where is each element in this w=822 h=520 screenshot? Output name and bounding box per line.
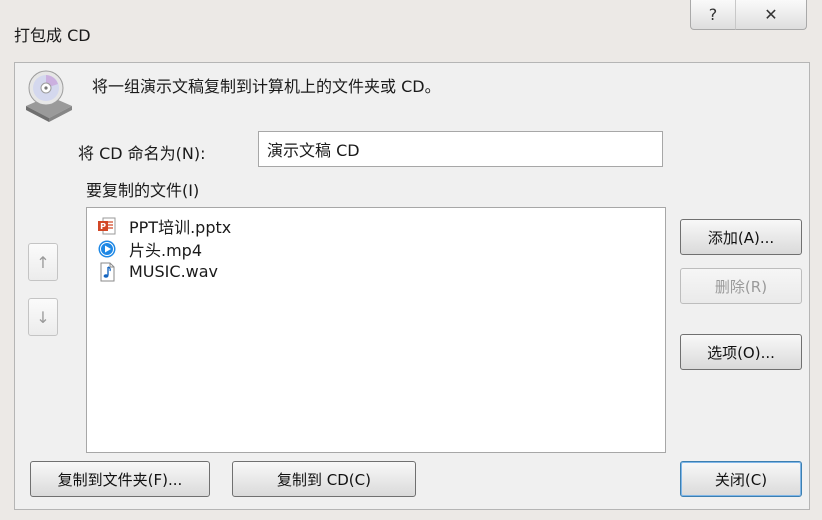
move-up-button[interactable]: ↑ xyxy=(28,243,58,281)
help-icon: ? xyxy=(708,5,718,24)
arrow-down-icon: ↓ xyxy=(36,307,50,327)
file-name: 片头.mp4 xyxy=(129,240,203,260)
svg-text:P: P xyxy=(100,222,106,231)
files-to-copy-label: 要复制的文件(I) xyxy=(86,181,200,200)
help-button[interactable]: ? xyxy=(690,0,736,30)
file-name: MUSIC.wav xyxy=(129,262,219,281)
add-button[interactable]: 添加(A)... xyxy=(680,219,802,255)
list-item[interactable]: 片头.mp4 xyxy=(87,237,665,260)
list-item[interactable]: MUSIC.wav xyxy=(87,260,665,283)
copy-to-folder-button[interactable]: 复制到文件夹(F)... xyxy=(30,461,210,497)
close-icon: ✕ xyxy=(764,5,778,24)
close-window-button[interactable]: ✕ xyxy=(735,0,807,30)
audio-file-icon xyxy=(97,262,117,282)
cd-name-input[interactable] xyxy=(258,131,663,167)
remove-button[interactable]: 删除(R) xyxy=(680,268,802,304)
title-bar: 打包成 CD ? ✕ xyxy=(0,0,822,52)
file-name: PPT培训.pptx xyxy=(129,217,232,237)
close-button[interactable]: 关闭(C) xyxy=(680,461,802,497)
dialog-description: 将一组演示文稿复制到计算机上的文件夹或 CD。 xyxy=(92,77,441,96)
copy-to-cd-button[interactable]: 复制到 CD(C) xyxy=(232,461,416,497)
arrow-up-icon: ↑ xyxy=(36,252,50,272)
cd-name-label: 将 CD 命名为(N): xyxy=(78,144,206,163)
window-title: 打包成 CD xyxy=(14,26,91,45)
list-item[interactable]: P PPT培训.pptx xyxy=(87,214,665,237)
move-down-button[interactable]: ↓ xyxy=(28,298,58,336)
cd-drive-icon xyxy=(26,70,72,122)
video-file-icon xyxy=(97,239,117,259)
powerpoint-file-icon: P xyxy=(97,216,117,236)
files-to-copy-list[interactable]: P PPT培训.pptx 片头.mp4 MUSIC.wav xyxy=(86,207,666,453)
options-button[interactable]: 选项(O)... xyxy=(680,334,802,370)
